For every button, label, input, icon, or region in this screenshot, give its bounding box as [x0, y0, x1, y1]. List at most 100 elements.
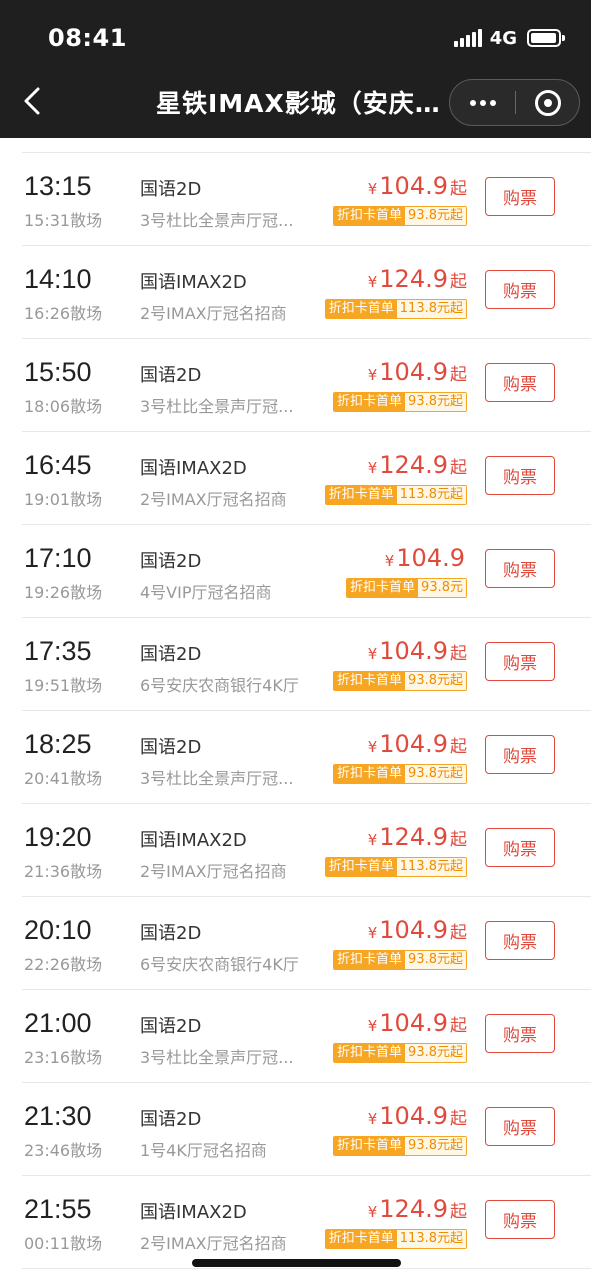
buy-ticket-button[interactable]: 购票 — [485, 1107, 555, 1146]
start-time: 17:35 — [24, 636, 92, 666]
hall-name: 3号杜比全景声厅冠... — [140, 1048, 294, 1067]
currency-symbol: ¥ — [367, 1017, 378, 1035]
currency-symbol: ¥ — [367, 738, 378, 756]
start-time: 18:25 — [24, 729, 92, 759]
discount-tag: 折扣卡首单 — [334, 951, 406, 969]
showtime-list: 13:15 15:31散场 国语2D 3号杜比全景声厅冠... ¥104.9 起折扣卡首单… — [0, 138, 591, 1269]
discount-badge: 折扣卡首单 113.8元起 — [324, 857, 467, 877]
price-amount: 104.9 — [379, 1102, 448, 1130]
network-type: 4G — [489, 27, 517, 49]
price: ¥104.9 起 — [368, 1102, 467, 1130]
language-format: 国语2D — [140, 1109, 202, 1130]
hall-name: 2号IMAX厅冠名招商 — [140, 304, 287, 323]
discount-badge: 折扣卡首单 93.8元起 — [333, 392, 467, 412]
language-format: 国语2D — [140, 179, 202, 200]
price-amount: 104.9 — [379, 730, 448, 758]
buy-ticket-button[interactable]: 购票 — [485, 363, 555, 402]
buy-ticket-button[interactable]: 购票 — [485, 828, 555, 867]
price: ¥124.9 起 — [368, 451, 467, 479]
currency-symbol: ¥ — [384, 552, 395, 570]
price-from-label: 起 — [450, 1202, 467, 1222]
buy-ticket-button[interactable]: 购票 — [485, 1014, 555, 1053]
price: ¥104.9 起 — [368, 358, 467, 386]
hall-name: 1号4K厅冠名招商 — [140, 1141, 267, 1160]
end-time: 19:01散场 — [24, 490, 103, 509]
discount-tag: 折扣卡首单 — [325, 486, 397, 504]
currency-symbol: ¥ — [367, 1110, 378, 1128]
more-button[interactable] — [450, 80, 515, 125]
discount-badge: 折扣卡首单 93.8元起 — [333, 1043, 467, 1063]
language-format: 国语2D — [140, 644, 202, 665]
start-time: 17:10 — [24, 543, 92, 573]
price-from-label: 起 — [450, 1016, 467, 1036]
discount-badge: 折扣卡首单 113.8元起 — [324, 299, 467, 319]
price-from-label: 起 — [450, 1109, 467, 1129]
discount-tag: 折扣卡首单 — [325, 300, 397, 318]
discount-badge: 折扣卡首单 93.8元起 — [333, 671, 467, 691]
showtime-row[interactable]: 17:10 19:26散场 国语2D 4号VIP厅冠名招商 ¥104.9 折扣卡首单 93.… — [22, 525, 591, 618]
showtime-row[interactable]: 20:10 22:26散场 国语2D 6号安庆农商银行4K厅 ¥104.9 起折扣卡首单 9… — [22, 897, 591, 990]
showtime-row[interactable]: 13:15 15:31散场 国语2D 3号杜比全景声厅冠... ¥104.9 起折扣卡首单… — [22, 153, 591, 246]
buy-ticket-button[interactable]: 购票 — [485, 642, 555, 681]
discount-price: 93.8元起 — [405, 951, 466, 969]
showtime-row[interactable]: 18:25 20:41散场 国语2D 3号杜比全景声厅冠... ¥104.9 起折扣卡首单… — [22, 711, 591, 804]
buy-ticket-button[interactable]: 购票 — [485, 1200, 555, 1239]
discount-price: 93.8元起 — [405, 393, 466, 411]
end-time: 23:46散场 — [24, 1141, 103, 1160]
start-time: 16:45 — [24, 450, 92, 480]
status-time: 08:41 — [48, 24, 127, 52]
discount-tag: 折扣卡首单 — [325, 1230, 397, 1248]
discount-price: 113.8元起 — [396, 1230, 466, 1248]
currency-symbol: ¥ — [367, 831, 378, 849]
showtime-row[interactable]: 19:20 21:36散场 国语IMAX2D 2号IMAX厅冠名招商 ¥124.9 起折扣… — [22, 804, 591, 897]
language-format: 国语2D — [140, 551, 202, 572]
discount-tag: 折扣卡首单 — [334, 1137, 406, 1155]
top-bar: 08:41 4G 星铁IMAX影城（安庆… — [0, 0, 591, 138]
start-time: 13:15 — [24, 171, 92, 201]
back-button[interactable] — [20, 86, 46, 116]
discount-price: 93.8元 — [418, 579, 466, 597]
price-from-label: 起 — [450, 272, 467, 292]
start-time: 21:30 — [24, 1101, 92, 1131]
discount-badge: 折扣卡首单 93.8元起 — [333, 1136, 467, 1156]
buy-ticket-button[interactable]: 购票 — [485, 270, 555, 309]
buy-ticket-button[interactable]: 购票 — [485, 456, 555, 495]
buy-ticket-button[interactable]: 购票 — [485, 549, 555, 588]
discount-price: 113.8元起 — [396, 300, 466, 318]
end-time: 19:26散场 — [24, 583, 103, 602]
start-time: 21:00 — [24, 1008, 92, 1038]
start-time: 20:10 — [24, 915, 92, 945]
hall-name: 6号安庆农商银行4K厅 — [140, 955, 299, 974]
discount-tag: 折扣卡首单 — [334, 207, 406, 225]
buy-ticket-button[interactable]: 购票 — [485, 735, 555, 774]
price-from-label: 起 — [450, 737, 467, 757]
showtime-row[interactable]: 15:50 18:06散场 国语2D 3号杜比全景声厅冠... ¥104.9 起折扣卡首单… — [22, 339, 591, 432]
price-from-label: 起 — [450, 830, 467, 850]
price-amount: 124.9 — [379, 1195, 448, 1223]
price-amount: 124.9 — [379, 265, 448, 293]
hall-name: 2号IMAX厅冠名招商 — [140, 490, 287, 509]
discount-price: 93.8元起 — [405, 207, 466, 225]
discount-price: 113.8元起 — [396, 858, 466, 876]
mini-program-close-icon — [535, 89, 561, 116]
showtime-row[interactable]: 17:35 19:51散场 国语2D 6号安庆农商银行4K厅 ¥104.9 起折扣卡首单 9… — [22, 618, 591, 711]
language-format: 国语2D — [140, 1016, 202, 1037]
mini-program-capsule — [449, 79, 580, 126]
hall-name: 6号安庆农商银行4K厅 — [140, 676, 299, 695]
showtime-row[interactable]: 21:30 23:46散场 国语2D 1号4K厅冠名招商 ¥104.9 起折扣卡首单 93.… — [22, 1083, 591, 1176]
start-time: 19:20 — [24, 822, 92, 852]
discount-badge: 折扣卡首单 93.8元起 — [333, 764, 467, 784]
price: ¥104.9 — [385, 544, 467, 572]
showtime-row[interactable]: 21:55 00:11散场 国语IMAX2D 2号IMAX厅冠名招商 ¥124.9 起折扣… — [22, 1176, 591, 1269]
discount-badge: 折扣卡首单 93.8元 — [346, 578, 467, 598]
language-format: 国语IMAX2D — [140, 1202, 247, 1223]
language-format: 国语IMAX2D — [140, 830, 247, 851]
showtime-row[interactable]: 21:00 23:16散场 国语2D 3号杜比全景声厅冠... ¥104.9 起折扣卡首单… — [22, 990, 591, 1083]
showtime-row[interactable]: 14:10 16:26散场 国语IMAX2D 2号IMAX厅冠名招商 ¥124.9 起折扣… — [22, 246, 591, 339]
hall-name: 3号杜比全景声厅冠... — [140, 769, 294, 788]
close-mini-program-button[interactable] — [516, 80, 580, 125]
showtime-row[interactable]: 16:45 19:01散场 国语IMAX2D 2号IMAX厅冠名招商 ¥124.9 起折扣… — [22, 432, 591, 525]
start-time: 21:55 — [24, 1194, 92, 1224]
buy-ticket-button[interactable]: 购票 — [485, 177, 555, 216]
buy-ticket-button[interactable]: 购票 — [485, 921, 555, 960]
